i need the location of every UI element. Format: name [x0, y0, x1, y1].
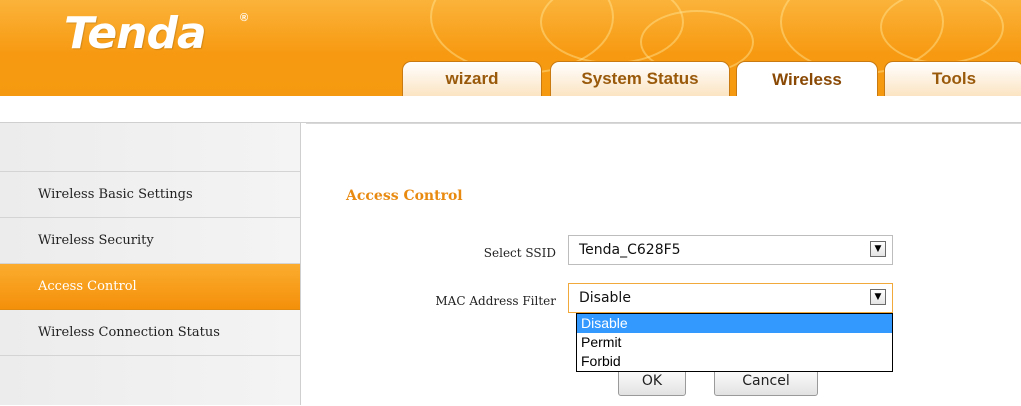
mac-filter-select[interactable]: Disable ▼	[568, 283, 893, 313]
ssid-select[interactable]: Tenda_C628F5 ▼	[568, 235, 893, 265]
tab-tools[interactable]: Tools	[884, 61, 1021, 96]
chevron-down-icon[interactable]: ▼	[870, 241, 886, 257]
mac-filter-dropdown-list: Disable Permit Forbid	[576, 313, 893, 372]
ssid-select-value: Tenda_C628F5	[579, 242, 681, 258]
sidebar-spacer	[0, 123, 300, 172]
sidebar-item-access-control[interactable]: Access Control	[0, 264, 300, 310]
sub-bar	[0, 96, 1021, 123]
sidebar: Wireless Basic Settings Wireless Securit…	[0, 123, 301, 405]
sidebar-item-wireless-security[interactable]: Wireless Security	[0, 218, 300, 264]
tab-wizard[interactable]: wizard	[402, 61, 542, 96]
tenda-logo: Tenda	[64, 8, 207, 59]
tab-system-status[interactable]: System Status	[550, 61, 730, 96]
chevron-down-icon[interactable]: ▼	[870, 289, 886, 305]
option-permit[interactable]: Permit	[577, 333, 892, 352]
mac-filter-label: MAC Address Filter	[435, 294, 556, 308]
mac-filter-select-value: Disable	[579, 290, 631, 306]
page-title: Access Control	[346, 188, 463, 204]
ssid-label: Select SSID	[483, 246, 556, 260]
registered-mark: ®	[240, 12, 249, 24]
option-forbid[interactable]: Forbid	[577, 352, 892, 371]
sidebar-item-wireless-basic-settings[interactable]: Wireless Basic Settings	[0, 172, 300, 218]
header-banner: Tenda ® wizard System Status Wireless To…	[0, 0, 1021, 96]
tab-wireless[interactable]: Wireless	[736, 61, 878, 96]
sidebar-item-wireless-connection-status[interactable]: Wireless Connection Status	[0, 310, 300, 356]
option-disable[interactable]: Disable	[577, 314, 892, 333]
